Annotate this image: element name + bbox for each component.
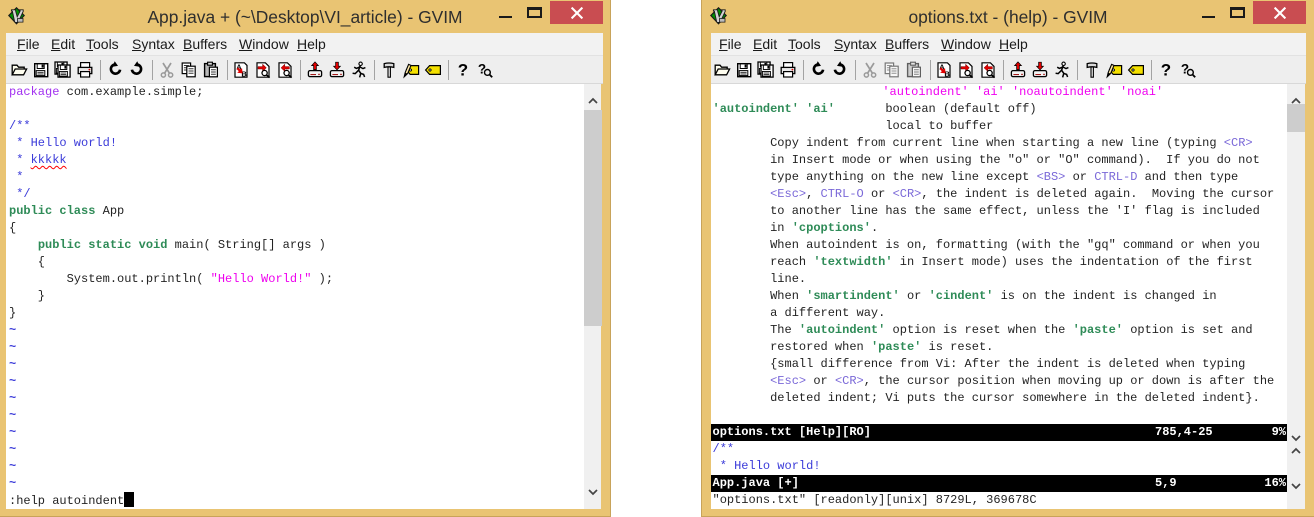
svg-text:?: ?	[458, 61, 468, 79]
svg-text:?: ?	[1161, 61, 1171, 79]
